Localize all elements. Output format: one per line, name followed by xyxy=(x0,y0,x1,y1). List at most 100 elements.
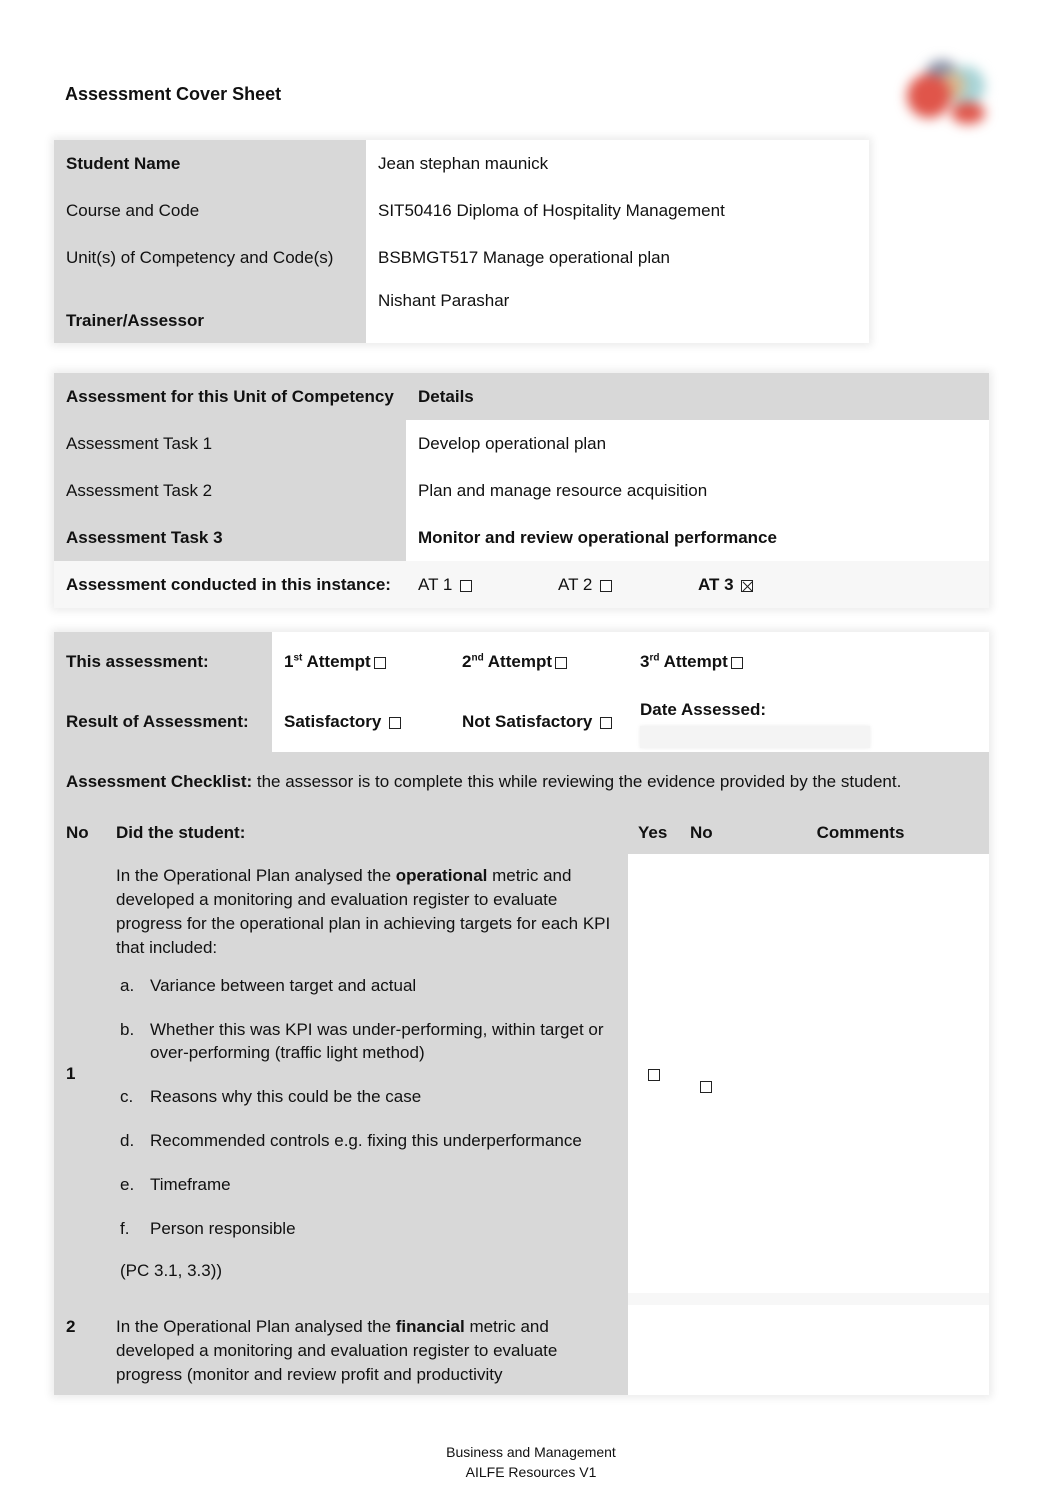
comments-column-header: Comments xyxy=(732,812,990,854)
item-no-checkbox[interactable] xyxy=(700,1080,712,1093)
assessment-task-row: Assessment Task 2 Plan and manage resour… xyxy=(54,467,989,514)
attempt-1-text: Attempt xyxy=(306,652,371,671)
attempt-1-sup: st xyxy=(293,652,303,664)
item-description: In the Operational Plan analysed the fin… xyxy=(104,1305,628,1395)
subitem-text: Timeframe xyxy=(150,1175,231,1194)
course-code-row: Course and Code SIT50416 Diploma of Hosp… xyxy=(54,187,869,234)
assessment-task-row: Assessment Task 3 Monitor and review ope… xyxy=(54,514,989,561)
item-yes-checkbox[interactable] xyxy=(648,1068,660,1081)
trainer-assessor-value[interactable]: Nishant Parashar xyxy=(366,281,869,343)
attempt-2-text: Attempt xyxy=(487,652,552,671)
item-description: In the Operational Plan analysed the ope… xyxy=(104,854,628,1293)
subitem: a. Variance between target and actual xyxy=(116,974,628,997)
date-assessed-field[interactable] xyxy=(640,726,870,748)
attempt-1-option[interactable]: 1st Attempt xyxy=(272,632,450,692)
item-no-cell[interactable] xyxy=(680,1305,732,1395)
unit-competency-label: Unit(s) of Competency and Code(s) xyxy=(54,234,366,281)
item-comments-field[interactable] xyxy=(732,854,990,1293)
item-text: In the Operational Plan analysed the ope… xyxy=(116,864,628,960)
item-text-pre: In the Operational Plan analysed the xyxy=(116,866,396,885)
assessment-task-label: Assessment Task 3 xyxy=(54,514,406,561)
at3-checkbox-checked[interactable] xyxy=(741,579,754,592)
attempt-2-sup: nd xyxy=(471,652,484,664)
attempt-3-sup: rd xyxy=(649,652,660,664)
subitem: d. Recommended controls e.g. fixing this … xyxy=(116,1129,628,1152)
at1-label: AT 1 xyxy=(418,574,453,594)
satisfactory-label: Satisfactory xyxy=(284,712,382,731)
date-assessed-cell: Date Assessed: xyxy=(628,692,990,752)
assessment-unit-header: Assessment for this Unit of Competency xyxy=(54,373,406,420)
subitem-text: Recommended controls e.g. fixing this un… xyxy=(150,1131,582,1150)
satisfactory-checkbox[interactable] xyxy=(389,717,402,729)
course-code-value[interactable]: SIT50416 Diploma of Hospitality Manageme… xyxy=(366,187,869,234)
assessment-task-row: Assessment Task 1 Develop operational pl… xyxy=(54,420,989,467)
assessment-checklist-table: This assessment: 1st Attempt 2nd Attempt… xyxy=(54,632,990,1395)
page-title: Assessment Cover Sheet xyxy=(65,84,282,104)
subitem: c. Reasons why this could be the case xyxy=(116,1085,628,1108)
assessment-task-detail: Develop operational plan xyxy=(406,420,989,467)
at1-checkbox[interactable] xyxy=(460,579,473,592)
checklist-title-bold: Assessment Checklist: xyxy=(66,772,253,791)
not-satisfactory-option[interactable]: Not Satisfactory xyxy=(450,692,628,752)
item-yes-cell[interactable] xyxy=(628,1305,680,1395)
checklist-item-row: 1 In the Operational Plan analysed the o… xyxy=(54,854,990,1293)
assessment-task-label: Assessment Task 1 xyxy=(54,420,406,467)
subitem-marker: f. xyxy=(120,1219,130,1238)
attempt-3-text: Attempt xyxy=(663,652,728,671)
assessment-tasks-header: Assessment for this Unit of Competency D… xyxy=(54,373,989,420)
course-code-label: Course and Code xyxy=(54,187,366,234)
at2-option[interactable]: AT 2 xyxy=(558,575,698,595)
at3-option[interactable]: AT 3 xyxy=(698,575,754,595)
yes-column-header: Yes xyxy=(628,812,680,854)
checklist-title: Assessment Checklist: the assessor is to… xyxy=(54,752,990,812)
this-assessment-label: This assessment: xyxy=(54,632,272,692)
at2-label: AT 2 xyxy=(558,574,593,594)
attempt-row: This assessment: 1st Attempt 2nd Attempt… xyxy=(54,632,990,692)
footer-line-2: AILFE Resources V1 xyxy=(465,1464,597,1480)
subitem-text: Whether this was KPI was under-performin… xyxy=(150,1020,604,1062)
at2-checkbox[interactable] xyxy=(600,579,613,592)
student-info-table: Student Name Jean stephan maunick Course… xyxy=(54,140,869,343)
item-comments-field[interactable] xyxy=(732,1305,990,1395)
attempt-2-checkbox[interactable] xyxy=(555,657,567,669)
attempt-3-option[interactable]: 3rd Attempt xyxy=(628,632,990,692)
item-text-bold: operational xyxy=(395,866,488,885)
subitem: b. Whether this was KPI was under-perform… xyxy=(116,1018,628,1064)
separator-cell xyxy=(54,1293,104,1305)
item-subitem-list: a. Variance between target and actual b. W… xyxy=(116,974,628,1240)
subitem-marker: e. xyxy=(120,1175,135,1194)
separator-cell xyxy=(732,1293,990,1305)
not-satisfactory-label: Not Satisfactory xyxy=(462,712,593,731)
unit-competency-value[interactable]: BSBMGT517 Manage operational plan xyxy=(366,234,869,281)
no-column-header: No xyxy=(54,812,104,854)
date-assessed-label: Date Assessed: xyxy=(640,700,766,719)
did-student-column-header: Did the student: xyxy=(104,812,628,854)
item-text-bold: financial xyxy=(395,1317,465,1336)
details-header: Details xyxy=(406,373,989,420)
checklist-title-row: Assessment Checklist: the assessor is to… xyxy=(54,752,990,812)
satisfactory-option[interactable]: Satisfactory xyxy=(272,692,450,752)
attempt-3-checkbox[interactable] xyxy=(730,657,743,669)
unit-competency-row: Unit(s) of Competency and Code(s) BSBMGT… xyxy=(54,234,869,281)
subitem-marker: a. xyxy=(120,976,135,995)
subitem-text: Variance between target and actual xyxy=(150,976,417,995)
assessment-instance-options: AT 1 AT 2 AT 3 xyxy=(418,575,989,595)
student-name-label: Student Name xyxy=(54,140,366,187)
student-name-value[interactable]: Jean stephan maunick xyxy=(366,140,869,187)
not-satisfactory-checkbox[interactable] xyxy=(600,717,613,729)
row-separator xyxy=(54,1293,990,1305)
subitem-marker: c. xyxy=(120,1087,134,1106)
assessment-instance-label: Assessment conducted in this instance: xyxy=(54,561,406,608)
assessment-task-detail: Monitor and review operational performan… xyxy=(406,514,989,561)
subitem: e. Timeframe xyxy=(116,1173,628,1196)
item-text-pre: In the Operational Plan analysed the xyxy=(116,1317,396,1336)
at1-option[interactable]: AT 1 xyxy=(418,575,558,595)
separator-cell xyxy=(680,1293,732,1305)
checklist-item-row: 2 In the Operational Plan analysed the f… xyxy=(54,1305,990,1395)
performance-criteria: (PC 3.1, 3.3)) xyxy=(120,1261,223,1280)
assessment-tasks-table: Assessment for this Unit of Competency D… xyxy=(54,373,989,608)
subitem: f. Person responsible xyxy=(116,1217,628,1240)
attempt-1-checkbox[interactable] xyxy=(373,657,386,669)
attempt-2-option[interactable]: 2nd Attempt xyxy=(450,632,628,692)
item-text: In the Operational Plan analysed the fin… xyxy=(116,1315,628,1387)
